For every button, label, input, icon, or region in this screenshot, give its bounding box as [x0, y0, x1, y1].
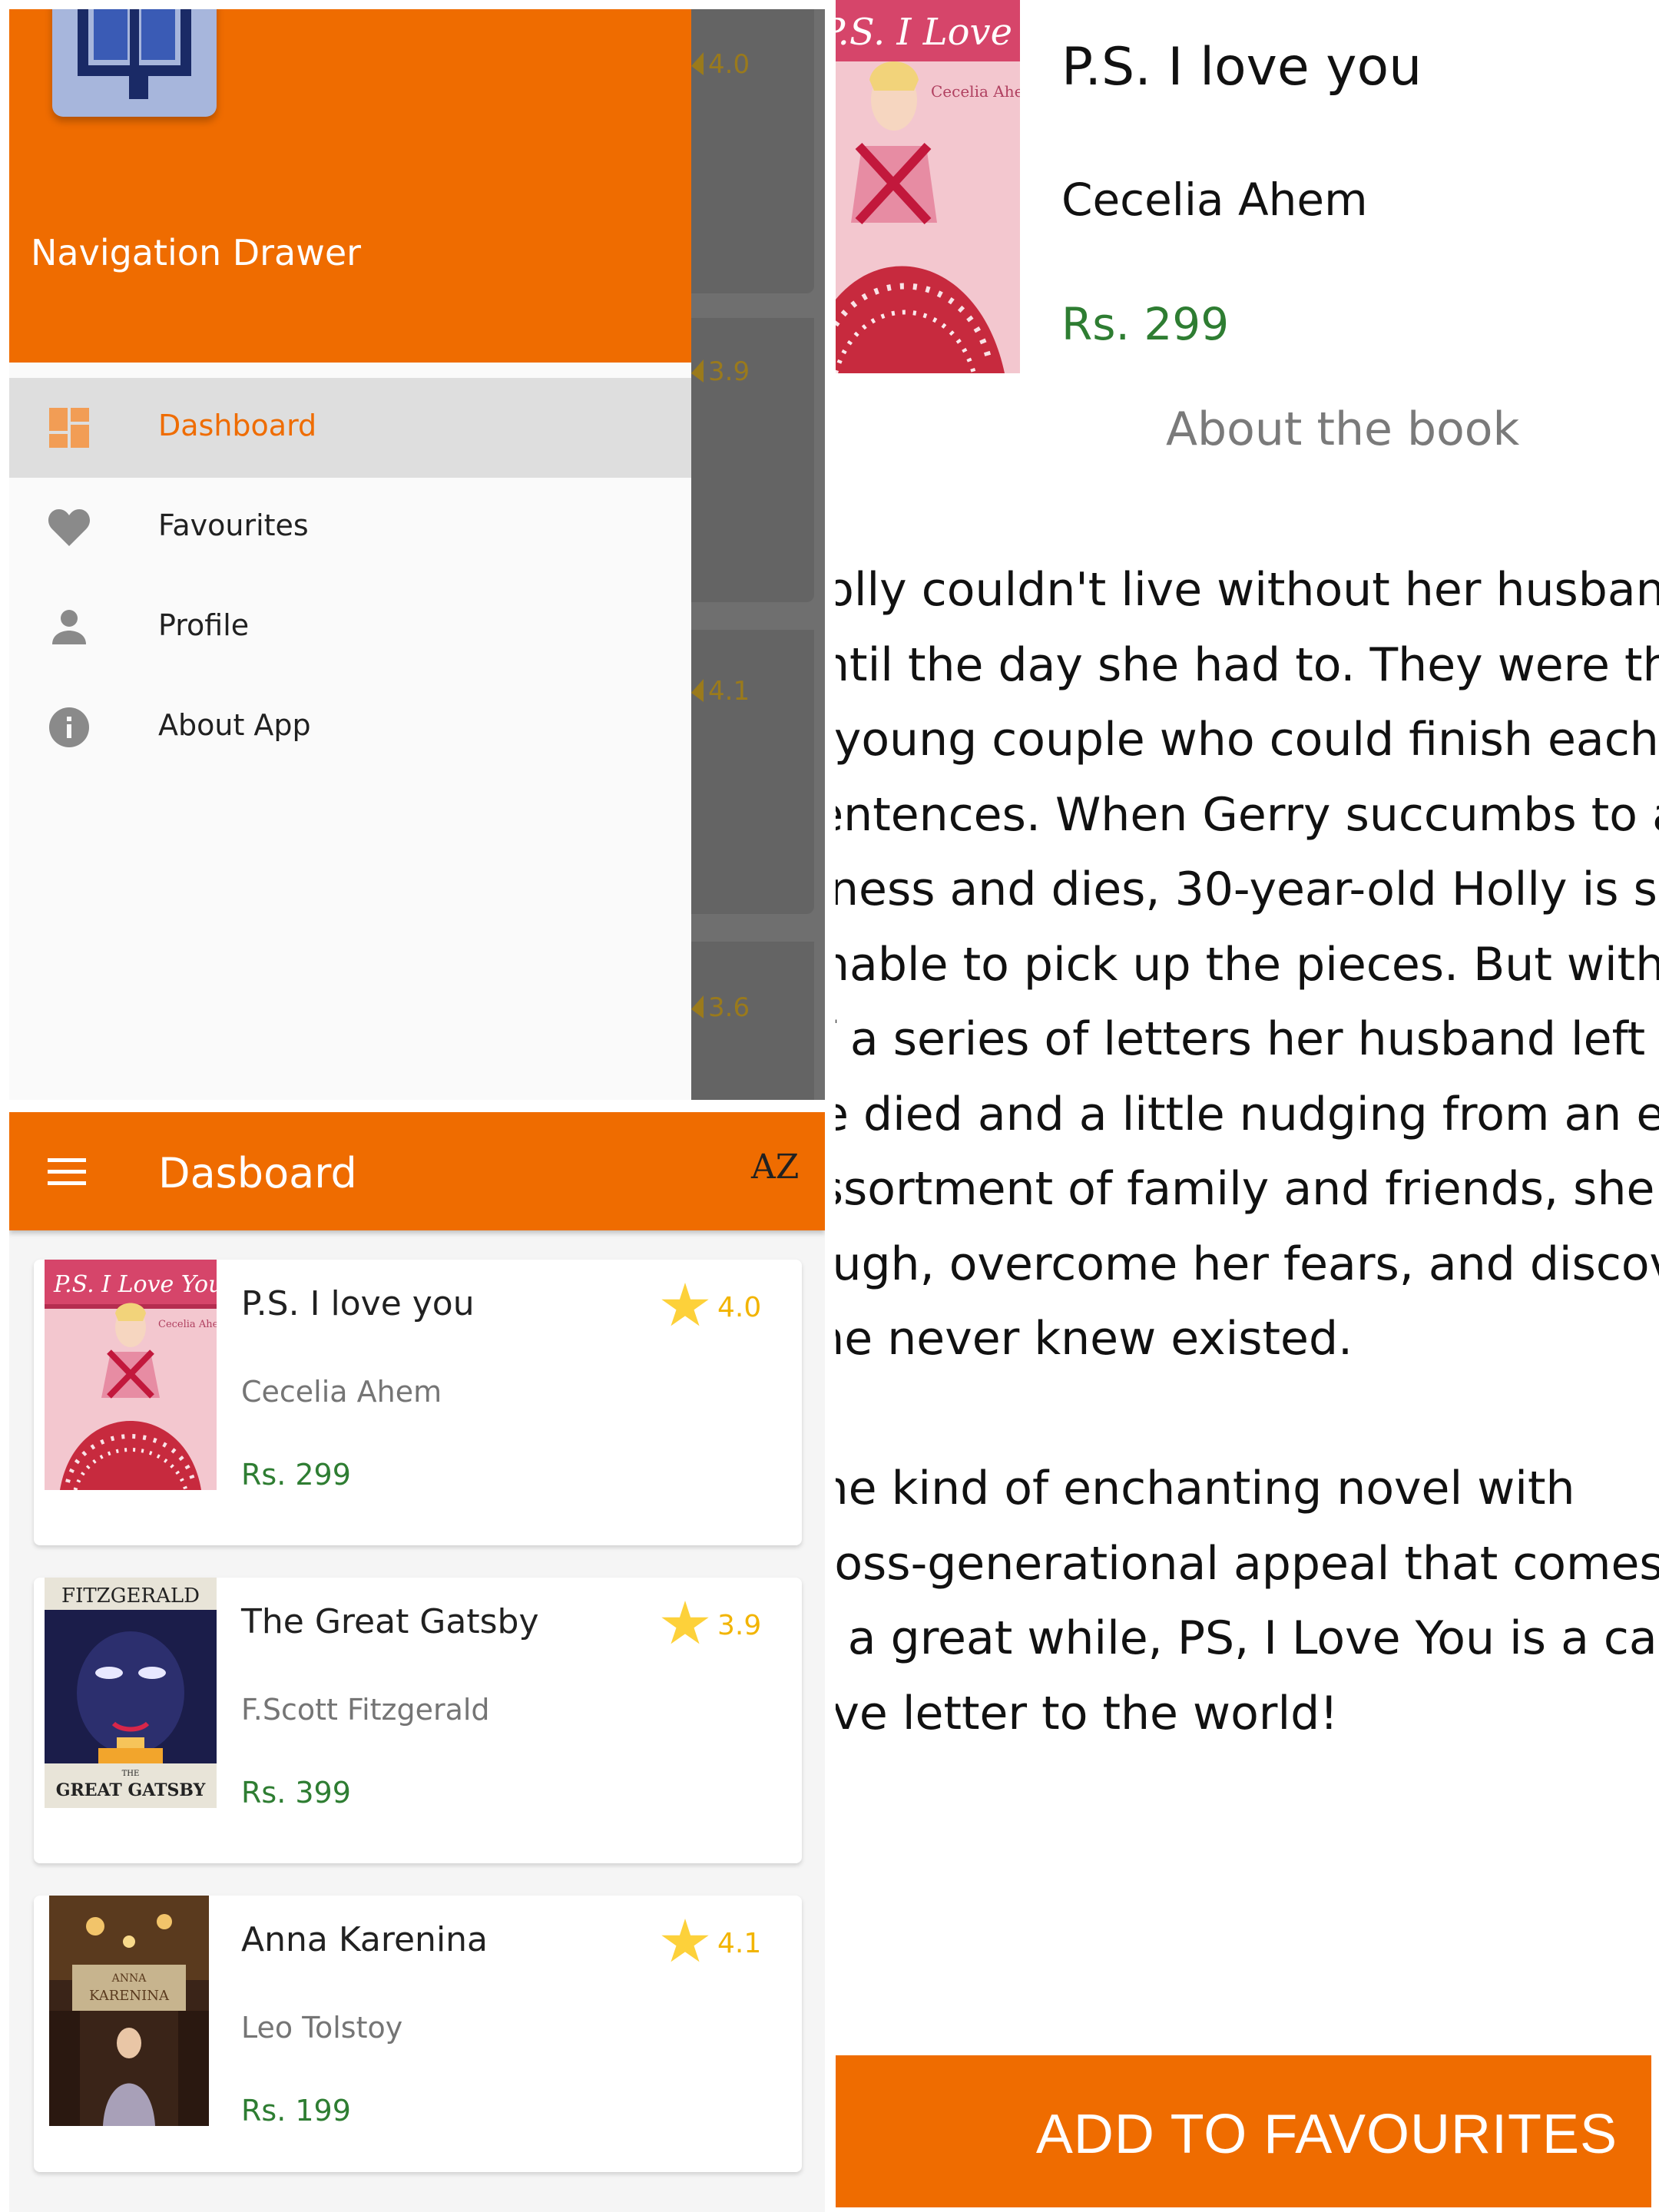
rating-value: 4.1 [717, 1928, 762, 1959]
book-author: Cecelia Ahem [241, 1375, 442, 1409]
sort-az-icon[interactable]: AZ [751, 1147, 799, 1187]
cover-title-text: P.S. I Love You [53, 1271, 217, 1298]
app-logo [52, 9, 217, 117]
book-price: Rs. 199 [241, 2094, 351, 2128]
book-cover-image: ANNA KARENINA [49, 1896, 209, 2126]
background-book-card: 4.0 [691, 9, 814, 293]
book-card-ps-i-love-you[interactable]: P.S. I Love You Cecelia Ahern P.S. I lov… [34, 1260, 802, 1545]
add-to-favourites-button[interactable]: ADD TO FAVOURITES [836, 2055, 1651, 2207]
book-cover-image: P.S. I Love You Cecelia Ahern [45, 1260, 217, 1490]
book-description: Holly couldn't live without her husband … [836, 563, 1659, 1740]
book-title: The Great Gatsby [241, 1602, 539, 1641]
drawer-item-label: Favourites [158, 508, 309, 542]
about-heading: About the book [1166, 402, 1520, 456]
person-icon [52, 610, 86, 644]
book-icon [78, 9, 191, 99]
drawer-item-about-app[interactable]: About App [9, 677, 691, 777]
cover-author-text: Cecelia Ahern [158, 1319, 217, 1330]
book-card-great-gatsby[interactable]: FITZGERALD THE GREAT GATSBY The Great Ga… [34, 1578, 802, 1863]
star-icon [691, 359, 704, 382]
cover-line2-text: KARENINA [89, 1988, 170, 2004]
book-title: P.S. I love you [241, 1284, 475, 1323]
star-icon [661, 1919, 709, 1962]
cover-title-text: P.S. I Love You [836, 11, 1020, 54]
book-author: Cecelia Ahem [1061, 174, 1368, 226]
book-title: Anna Karenina [241, 1920, 488, 1959]
background-rating: 4.1 [708, 676, 750, 707]
drawer-sheet: Navigation Drawer Dashboard Favourites P… [9, 9, 691, 1100]
drawer-item-favourites[interactable]: Favourites [9, 478, 691, 578]
drawer-item-label: Profile [158, 608, 250, 642]
add-to-favourites-label: ADD TO FAVOURITES [1035, 2104, 1618, 2165]
star-icon [661, 1601, 709, 1644]
background-book-card: 3.9 [691, 318, 814, 602]
navigation-drawer-screen: 4.0 3.9 4.1 3.6 Navigation Drawer Dashbo… [9, 9, 825, 1100]
star-icon [691, 679, 704, 702]
drawer-item-label: Dashboard [158, 409, 317, 442]
book-cover-image: P.S. I Love You Cecelia Ahern [836, 0, 1020, 373]
drawer-scrim[interactable]: 4.0 3.9 4.1 3.6 [691, 9, 825, 1100]
book-author: F.Scott Fitzgerald [241, 1693, 490, 1727]
book-title: P.S. I love you [1061, 37, 1422, 98]
drawer-item-dashboard[interactable]: Dashboard [9, 378, 691, 478]
book-detail-screen: P.S. I Love You Cecelia Ahern P.S. I lov… [836, 0, 1659, 2212]
book-price: Rs. 299 [241, 1458, 351, 1492]
toolbar-title: Dasboard [158, 1149, 357, 1197]
cover-bottom-text: GREAT GATSBY [56, 1780, 206, 1800]
cover-top-text: FITZGERALD [61, 1584, 200, 1608]
cover-author-text: Cecelia Ahern [931, 82, 1020, 101]
drawer-title: Navigation Drawer [31, 232, 362, 273]
star-icon [691, 995, 704, 1018]
book-card-anna-karenina[interactable]: ANNA KARENINA Anna Karenina 4.1 Leo Tols… [34, 1896, 802, 2172]
background-book-card: 3.6 [691, 942, 814, 1100]
background-book-card: 4.1 [691, 630, 814, 914]
dashboard-icon [49, 408, 89, 448]
background-rating: 4.0 [708, 49, 750, 80]
toolbar: Dasboard AZ [9, 1112, 825, 1230]
rating-value: 3.9 [717, 1610, 762, 1641]
dashboard-screen: Dasboard AZ P.S. I Love You Cecelia Aher… [9, 1112, 825, 2212]
background-rating: 3.9 [708, 356, 750, 387]
book-author: Leo Tolstoy [241, 2011, 403, 2045]
menu-icon[interactable] [48, 1158, 86, 1186]
star-icon [691, 52, 704, 75]
book-cover-image: FITZGERALD THE GREAT GATSBY [45, 1578, 217, 1808]
drawer-item-profile[interactable]: Profile [9, 578, 691, 677]
book-price: Rs. 399 [241, 1776, 351, 1810]
drawer-header: Navigation Drawer [9, 9, 691, 363]
star-icon [661, 1283, 709, 1326]
background-rating: 3.6 [708, 992, 750, 1023]
info-icon [49, 707, 89, 747]
heart-icon [48, 509, 91, 546]
cover-line1-text: ANNA [111, 1972, 147, 1985]
rating-value: 4.0 [717, 1292, 762, 1323]
cover-small-text: THE [122, 1770, 140, 1778]
book-price: Rs. 299 [1061, 298, 1230, 350]
drawer-item-label: About App [158, 708, 311, 742]
